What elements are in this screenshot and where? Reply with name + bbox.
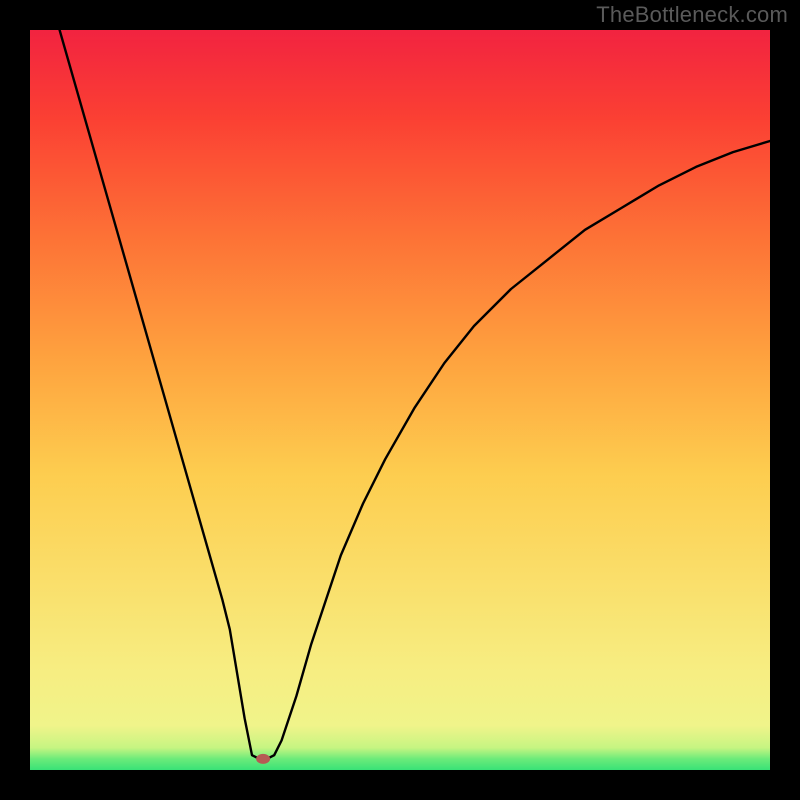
watermark-text: TheBottleneck.com xyxy=(596,2,788,28)
optimal-point-marker xyxy=(256,754,270,764)
bottleneck-chart xyxy=(30,30,770,770)
chart-frame: TheBottleneck.com xyxy=(0,0,800,800)
gradient-background xyxy=(30,30,770,770)
